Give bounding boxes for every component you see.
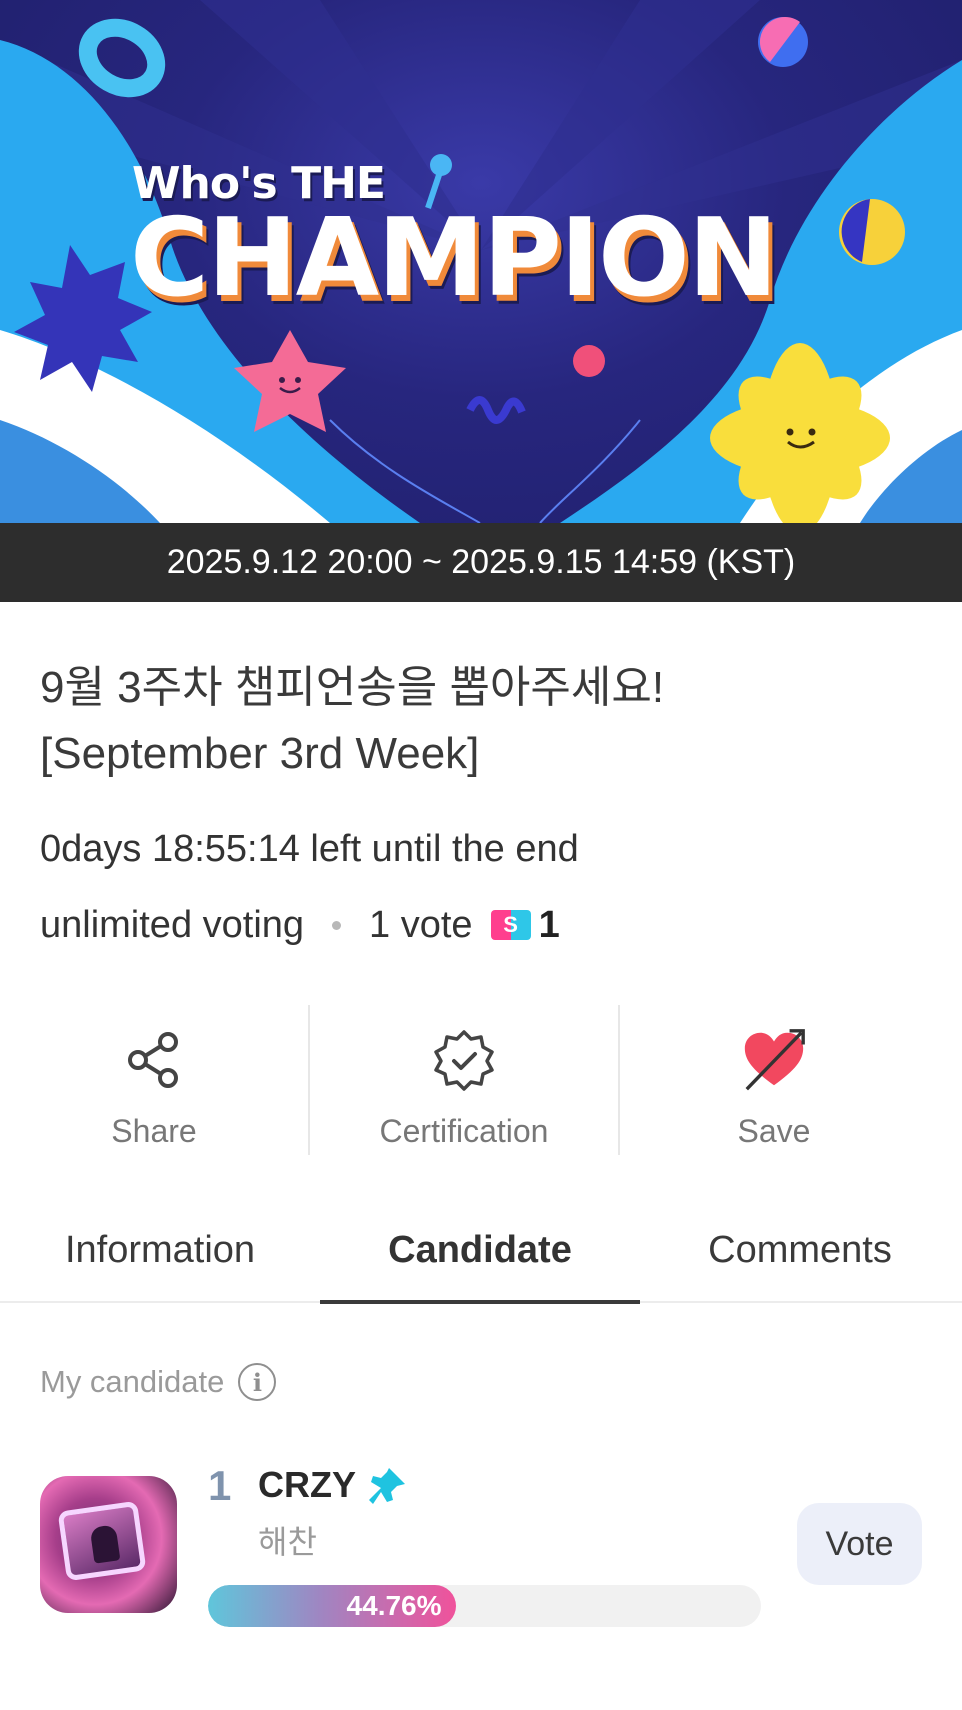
vote-title-line1: 9월 3주차 챔피언송을 뽑아주세요! [40,663,665,712]
certification-label: Certification [379,1113,549,1149]
certification-badge-icon [429,1025,499,1095]
info-icon[interactable]: i [238,1363,277,1401]
voting-info: unlimited voting 1 vote S 1 [40,900,560,950]
tab-comments[interactable]: Comments [640,1200,960,1301]
share-button[interactable]: Share [0,1005,308,1155]
countdown-text: 0days 18:55:14 left until the end [40,828,579,870]
certification-button[interactable]: Certification [310,1005,618,1155]
my-candidate-header: My candidate i [40,1363,277,1401]
vote-cost: 1 vote [369,903,473,946]
tab-bar: Information Candidate Comments [0,1200,962,1304]
action-row: Share Certification Save [0,1005,962,1155]
candidate-artist: 해찬 [258,1524,317,1560]
vote-percentage-fill: 44.76% [208,1585,456,1627]
vote-button[interactable]: Vote [797,1503,922,1585]
voting-mode: unlimited voting [40,903,305,946]
save-label: Save [737,1113,811,1149]
vote-percentage-bar: 44.76% [208,1585,761,1627]
date-range-bar: 2025.9.12 20:00 ~ 2025.9.15 14:59 (KST) [0,523,962,602]
ticket-count: 1 [538,903,560,946]
tab-candidate[interactable]: Candidate [320,1200,640,1304]
save-button[interactable]: Save [620,1005,928,1155]
heart-arrow-icon [739,1025,809,1095]
tab-information[interactable]: Information [0,1200,320,1301]
share-icon [119,1025,189,1095]
vote-title-line2: [September 3rd Week] [40,729,480,778]
pin-icon [369,1468,405,1504]
date-range: 2025.9.12 20:00 ~ 2025.9.15 14:59 (KST) [166,543,796,581]
share-label: Share [111,1113,197,1149]
separator-dot [332,920,342,930]
candidate-song: CRZY [258,1464,356,1505]
vote-percentage-text: 44.76% [346,1590,442,1621]
my-candidate-label: My candidate [40,1364,225,1399]
album-cover [40,1476,177,1613]
event-banner: Who's THE CHAMPION [0,0,962,523]
vote-title: 9월 3주차 챔피언송을 뽑아주세요! [September 3rd Week] [40,655,920,787]
candidate-rank: 1 [208,1462,232,1509]
banner-title: CHAMPION [130,196,778,321]
ticket-icon: S [490,910,531,940]
